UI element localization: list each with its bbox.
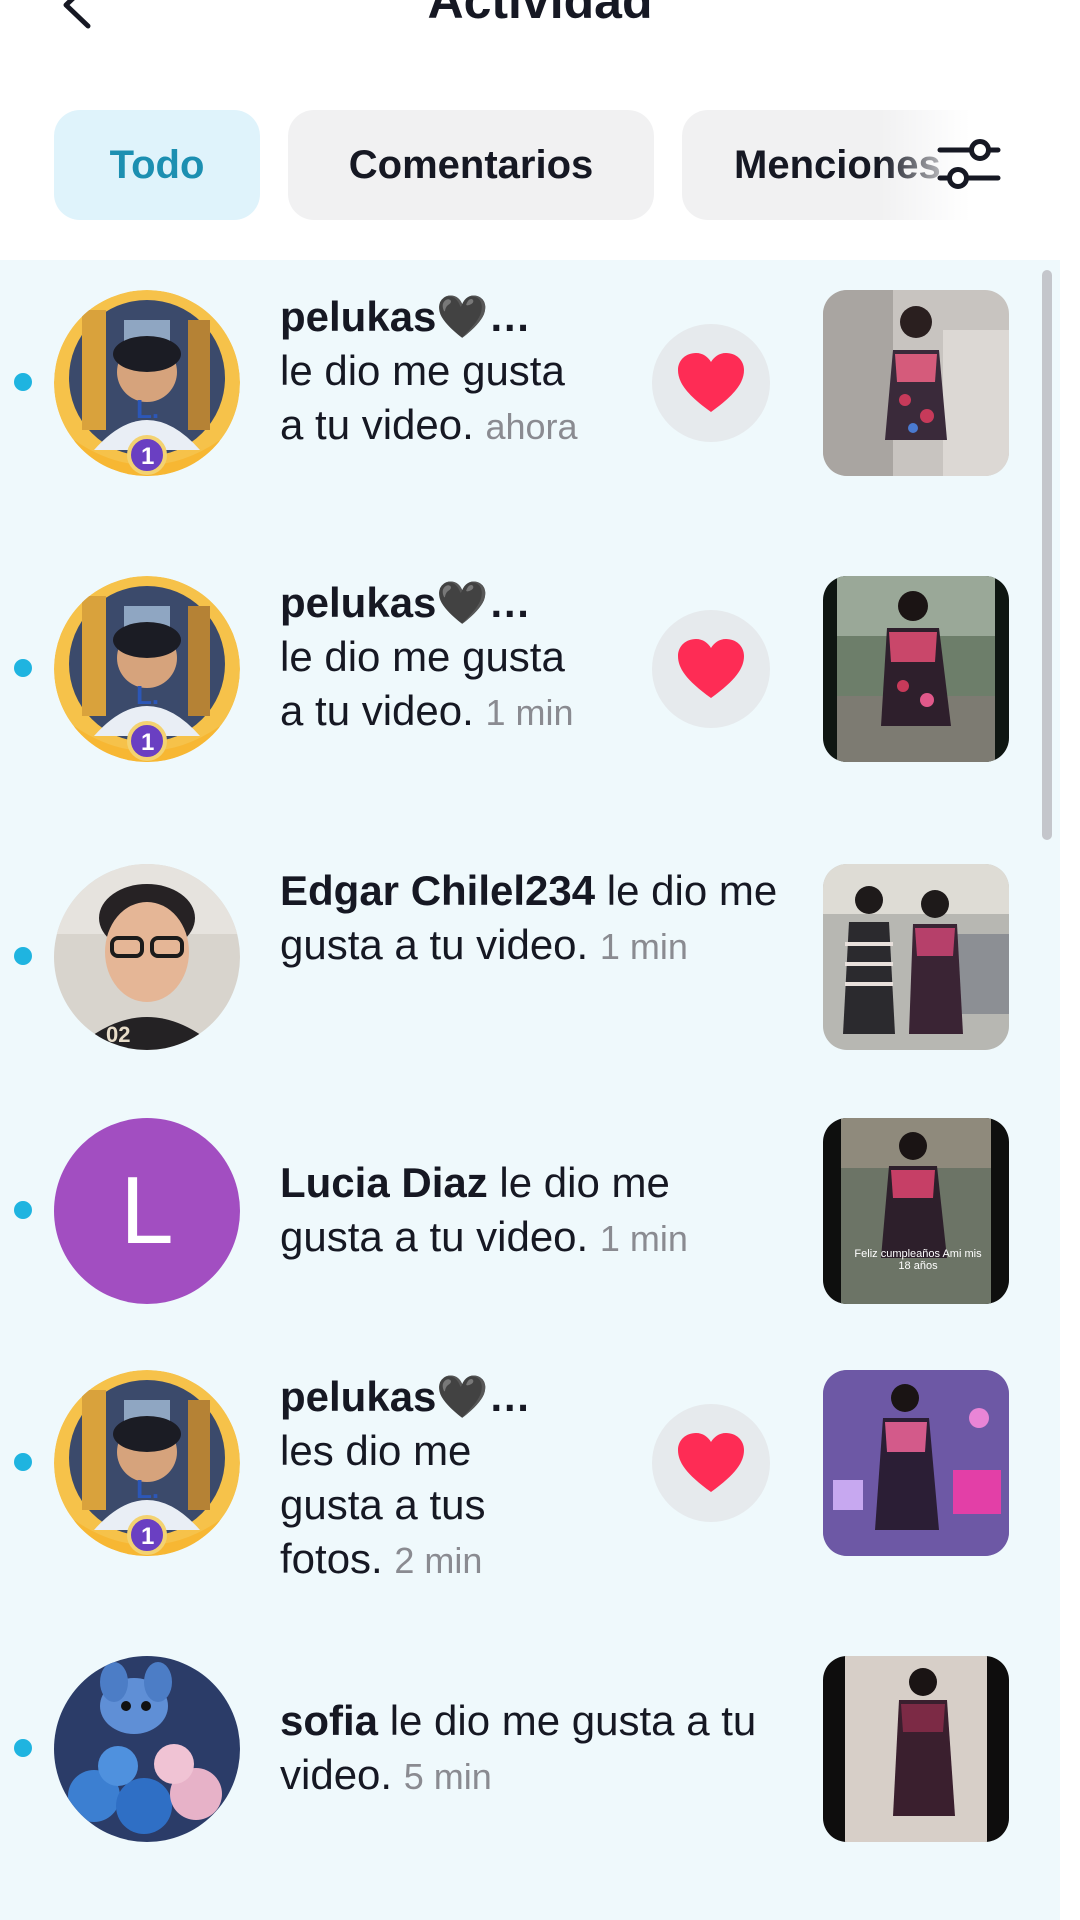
- unread-dot: [14, 1201, 32, 1219]
- timestamp: 1 min: [485, 692, 574, 733]
- list-item[interactable]: L Lucia Diaz le dio me gusta a tu video.…: [0, 1118, 1060, 1378]
- user-name[interactable]: pelukas🖤…: [280, 293, 531, 340]
- video-thumbnail[interactable]: Feliz cumpleaños Ami mis 18 años: [823, 1118, 1009, 1304]
- video-thumbnail[interactable]: [823, 576, 1009, 762]
- photo-thumbnail[interactable]: [823, 1370, 1009, 1556]
- svg-text:L.: L.: [136, 1474, 159, 1504]
- like-back-button[interactable]: [652, 610, 770, 728]
- unread-dot: [14, 1739, 32, 1757]
- avatar[interactable]: [54, 1656, 240, 1842]
- notification-text: sofia le dio me gusta a tu video. 5 min: [280, 1694, 800, 1804]
- list-item[interactable]: sofia le dio me gusta a tu video. 5 min: [0, 1656, 1060, 1896]
- timestamp: 5 min: [403, 1756, 492, 1797]
- avatar[interactable]: L. 1: [54, 576, 240, 762]
- user-name[interactable]: Lucia Diaz: [280, 1159, 488, 1206]
- tab-todo[interactable]: Todo: [54, 110, 260, 220]
- list-item[interactable]: L. 1 pelukas🖤… le dio me gusta a tu vide…: [0, 290, 1060, 550]
- scrollbar[interactable]: [1042, 270, 1052, 840]
- sliders-icon[interactable]: [936, 134, 1002, 194]
- video-thumbnail[interactable]: [823, 864, 1009, 1050]
- heart-icon: [678, 353, 744, 412]
- unread-dot: [14, 1453, 32, 1471]
- like-back-button[interactable]: [652, 1404, 770, 1522]
- heart-icon: [678, 1433, 744, 1492]
- timestamp: 2 min: [394, 1540, 483, 1581]
- user-name[interactable]: pelukas🖤…: [280, 1373, 531, 1420]
- thumbnail-caption: Feliz cumpleaños Ami mis 18 años: [854, 1248, 982, 1272]
- video-thumbnail[interactable]: [823, 1656, 1009, 1842]
- list-item[interactable]: L. 1 pelukas🖤… le dio me gusta a tu vide…: [0, 576, 1060, 836]
- notification-text: pelukas🖤… le dio me gusta a tu video. ah…: [280, 290, 580, 454]
- notification-text: pelukas🖤… le dio me gusta a tu video. 1 …: [280, 576, 580, 740]
- unread-dot: [14, 659, 32, 677]
- notification-text: Lucia Diaz le dio me gusta a tu video. 1…: [280, 1156, 780, 1266]
- notification-text: Edgar Chilel234 le dio me gusta a tu vid…: [280, 864, 780, 974]
- user-name[interactable]: sofia: [280, 1697, 378, 1744]
- svg-text:L.: L.: [136, 394, 159, 424]
- heart-icon: [678, 639, 744, 698]
- svg-text:02: 02: [106, 1022, 130, 1047]
- avatar[interactable]: L. 1: [54, 1370, 240, 1556]
- user-name[interactable]: Edgar Chilel234: [280, 867, 595, 914]
- svg-text:L.: L.: [136, 680, 159, 710]
- svg-text:1: 1: [141, 443, 154, 470]
- tab-comentarios[interactable]: Comentarios: [288, 110, 654, 220]
- notification-text: pelukas🖤… les dio me gusta a tus fotos. …: [280, 1370, 580, 1588]
- list-item[interactable]: 02 Edgar Chilel234 le dio me gusta a tu …: [0, 864, 1060, 1124]
- timestamp: 1 min: [599, 926, 688, 967]
- avatar[interactable]: L. 1: [54, 290, 240, 476]
- unread-dot: [14, 947, 32, 965]
- page-title: Actividad: [427, 0, 653, 29]
- letter-avatar[interactable]: L: [54, 1118, 240, 1304]
- activity-list: L. 1 pelukas🖤… le dio me gusta a tu vide…: [0, 260, 1060, 1920]
- avatar-initial: L: [120, 1157, 174, 1264]
- timestamp: 1 min: [599, 1218, 688, 1259]
- unread-dot: [14, 373, 32, 391]
- list-item[interactable]: L. 1 pelukas🖤… les dio me gusta a tus fo…: [0, 1370, 1060, 1630]
- user-name[interactable]: pelukas🖤…: [280, 579, 531, 626]
- filter-tabs: Todo Comentarios Menciones: [0, 110, 1080, 220]
- timestamp: ahora: [485, 406, 578, 447]
- video-thumbnail[interactable]: [823, 290, 1009, 476]
- svg-text:1: 1: [141, 1523, 154, 1550]
- svg-text:1: 1: [141, 729, 154, 756]
- like-back-button[interactable]: [652, 324, 770, 442]
- avatar[interactable]: 02: [54, 864, 240, 1050]
- header: Actividad: [0, 0, 1080, 60]
